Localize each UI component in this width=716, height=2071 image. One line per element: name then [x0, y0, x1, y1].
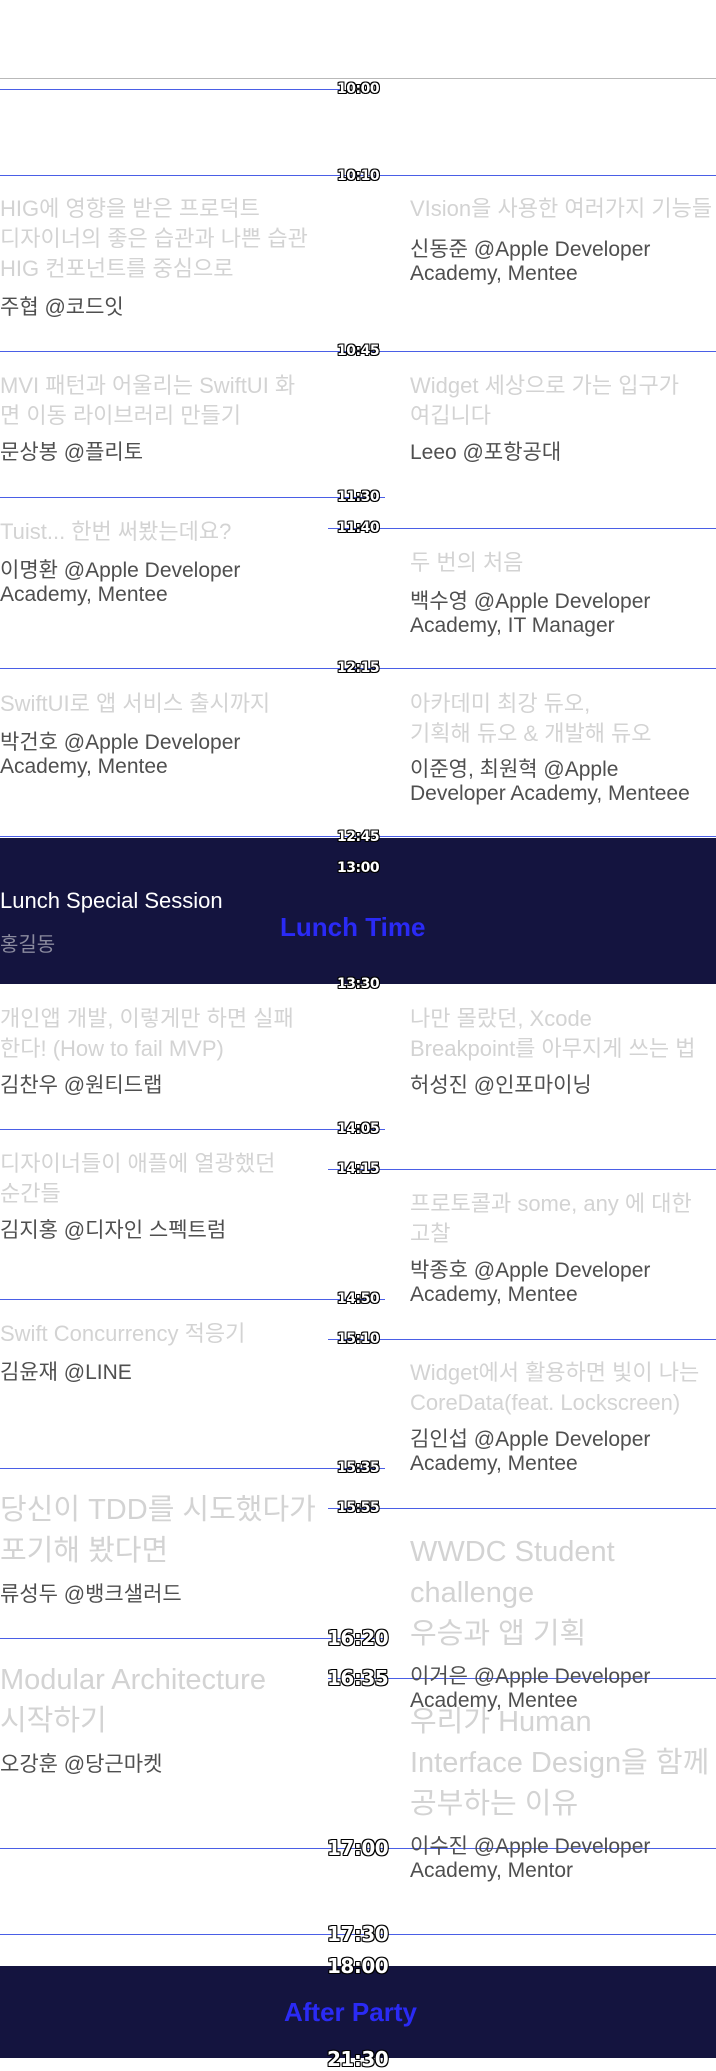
- session-title[interactable]: 개인앱 개발, 이렇게만 하면 실패 한다! (How to fail MVP): [0, 1004, 320, 1064]
- after-party-label: After Party: [284, 1997, 417, 2027]
- session-title[interactable]: 프로토콜과 some, any 에 대한 고찰: [410, 1189, 716, 1249]
- time-label: 16:20: [327, 1626, 389, 1650]
- timeline-line: [328, 1169, 716, 1170]
- time-label: 16:35: [327, 1666, 389, 1690]
- top-divider: [0, 78, 716, 79]
- time-label: 14:50: [337, 1291, 380, 1307]
- session-title[interactable]: SwiftUI로 앱 서비스 출시까지: [0, 689, 320, 719]
- time-label: 13:30: [337, 976, 380, 992]
- session-title[interactable]: Modular Architecture 시작하기: [0, 1660, 330, 1742]
- session-speaker: 이준영, 최원혁 @Apple Developer Academy, Mente…: [410, 758, 690, 805]
- time-label: 21:30: [327, 2047, 389, 2071]
- time-label: 15:55: [337, 1500, 380, 1516]
- session-title[interactable]: Widget에서 활용하면 빛이 나는 CoreData(feat. Locks…: [410, 1358, 716, 1418]
- time-label: 17:30: [327, 1922, 389, 1946]
- timeline-line: [0, 497, 385, 498]
- session-title[interactable]: 나만 몰랐던, Xcode Breakpoint를 아무지게 쓰는 법: [410, 1004, 716, 1064]
- time-label: 14:15: [337, 1161, 380, 1177]
- time-label: 11:30: [337, 489, 380, 505]
- session-title[interactable]: VIsion을 사용한 여러가지 기능들: [410, 194, 716, 224]
- session-title[interactable]: Widget 세상으로 가는 입구가 여깁니다: [410, 371, 716, 431]
- time-label: 13:00: [337, 860, 380, 876]
- session-speaker: 김찬우 @원티드랩: [0, 1074, 163, 1097]
- session-title[interactable]: 두 번의 처음: [410, 548, 716, 578]
- time-label: 10:10: [337, 168, 380, 184]
- session-speaker: Leeo @포항공대: [410, 441, 562, 464]
- lunch-session-speaker: 홍길동: [0, 934, 56, 956]
- session-speaker: 김지홍 @디자인 스펙트럼: [0, 1219, 227, 1242]
- session-speaker: 박종호 @Apple Developer Academy, Mentee: [410, 1259, 651, 1306]
- time-label: 10:45: [337, 343, 380, 359]
- session-speaker: 허성진 @인포마이닝: [410, 1074, 592, 1097]
- lunch-time-label: Lunch Time: [280, 912, 426, 942]
- timeline-line: [328, 528, 716, 529]
- session-speaker: 주협 @코드잇: [0, 296, 124, 319]
- session-speaker: 오강훈 @당근마켓: [0, 1753, 163, 1776]
- session-title[interactable]: Swift Concurrency 적응기: [0, 1319, 320, 1349]
- lunch-session-title[interactable]: Lunch Special Session: [0, 888, 223, 914]
- session-speaker: 류성두 @뱅크샐러드: [0, 1583, 182, 1606]
- session-speaker: 이수진 @Apple Developer Academy, Mentor: [410, 1835, 651, 1882]
- timeline-line: [328, 1508, 716, 1509]
- time-label: 12:15: [337, 660, 380, 676]
- session-title[interactable]: WWDC Student challenge 우승과 앱 기획: [410, 1532, 716, 1655]
- session-speaker: 문상봉 @플리토: [0, 441, 144, 464]
- session-speaker: 신동준 @Apple Developer Academy, Mentee: [410, 238, 651, 285]
- session-title[interactable]: MVI 패턴과 어울리는 SwiftUI 화 면 이동 라이브러리 만들기: [0, 371, 320, 431]
- session-speaker: 이명환 @Apple Developer Academy, Mentee: [0, 559, 241, 606]
- time-label: 17:00: [327, 1836, 389, 1860]
- session-speaker: 김인섭 @Apple Developer Academy, Mentee: [410, 1428, 651, 1475]
- session-title[interactable]: HIG에 영향을 받은 프로덕트 디자이너의 좋은 습관과 나쁜 습관 HIG …: [0, 194, 320, 284]
- session-speaker: 백수영 @Apple Developer Academy, IT Manager: [410, 590, 651, 637]
- session-title[interactable]: 디자이너들이 애플에 열광했던 순간들: [0, 1149, 320, 1209]
- timeline-line: [0, 89, 340, 90]
- session-title[interactable]: 아카데미 최강 듀오, 기획해 듀오 & 개발해 듀오: [410, 689, 716, 749]
- timeline-line: [0, 1468, 385, 1469]
- timeline-line: [328, 1339, 716, 1340]
- time-label: 18:00: [327, 1954, 389, 1978]
- time-label: 11:40: [337, 520, 380, 536]
- session-speaker: 박건호 @Apple Developer Academy, Mentee: [0, 731, 241, 778]
- session-title[interactable]: Tuist... 한번 써봤는데요?: [0, 517, 320, 547]
- time-label: 15:35: [337, 1460, 380, 1476]
- session-title[interactable]: 우리가 Human Interface Design을 함께 공부하는 이유: [410, 1702, 716, 1825]
- session-speaker: 김윤재 @LINE: [0, 1361, 132, 1384]
- time-label: 12:45: [337, 829, 380, 845]
- time-label: 15:10: [337, 1331, 380, 1347]
- session-title[interactable]: 당신이 TDD를 시도했다가 포기해 봤다면: [0, 1490, 330, 1572]
- timeline-line: [0, 1129, 385, 1130]
- time-label: 14:05: [337, 1121, 380, 1137]
- timeline-line: [0, 1299, 385, 1300]
- time-label: 10:00: [337, 81, 380, 97]
